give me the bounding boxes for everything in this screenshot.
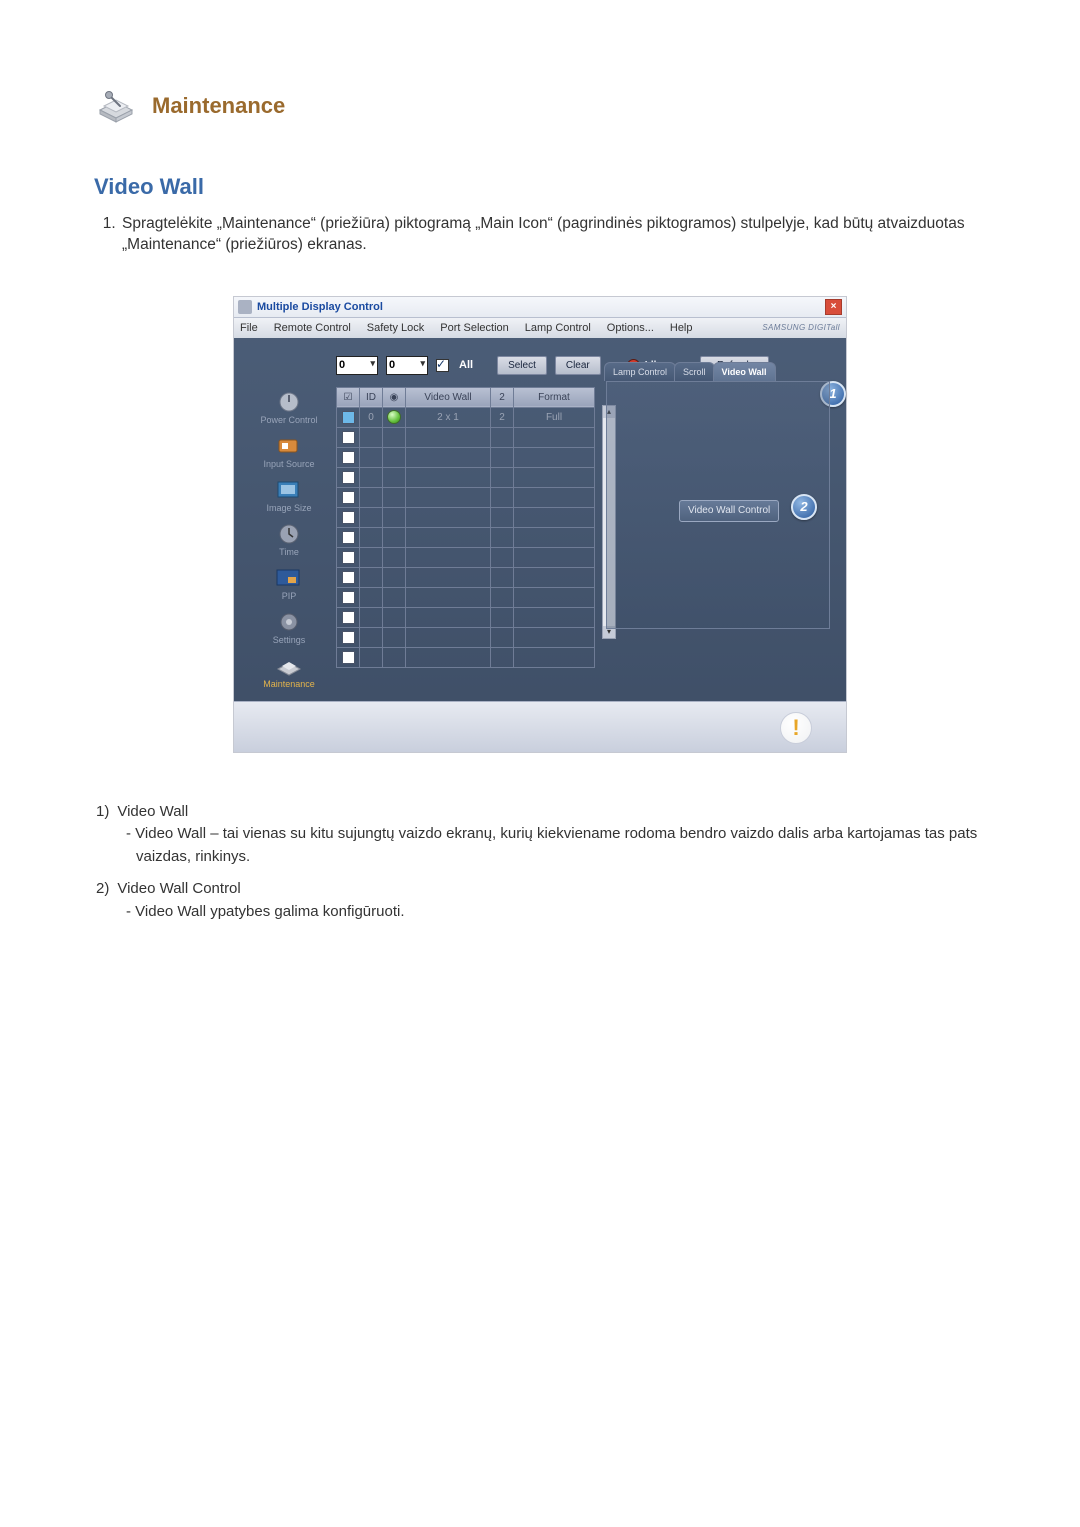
all-label: All [459, 359, 473, 371]
select-button[interactable]: Select [497, 356, 547, 375]
menu-port-selection[interactable]: Port Selection [440, 322, 508, 334]
table-row[interactable] [337, 467, 595, 487]
tabs-row: Lamp Control Scroll Video Wall 1 [604, 359, 830, 381]
row-checkbox[interactable] [342, 551, 355, 564]
menu-safety-lock[interactable]: Safety Lock [367, 322, 424, 334]
row-checkbox[interactable] [342, 471, 355, 484]
table-row[interactable] [337, 447, 595, 467]
row-checkbox[interactable] [342, 591, 355, 604]
dropdown-2[interactable]: 0 [386, 356, 428, 375]
table-row[interactable] [337, 567, 595, 587]
header-title: Maintenance [152, 93, 285, 119]
sidebar-item-settings[interactable]: Settings [252, 607, 326, 647]
row-checkbox[interactable] [342, 531, 355, 544]
sidebar-item-image-size[interactable]: Image Size [252, 475, 326, 515]
maintenance-icon [274, 653, 304, 679]
time-icon [274, 521, 304, 547]
table-row[interactable]: 0 2 x 1 2 Full [337, 407, 595, 427]
window-title: Multiple Display Control [257, 301, 383, 313]
row-checkbox[interactable] [342, 431, 355, 444]
menu-lamp-control[interactable]: Lamp Control [525, 322, 591, 334]
col-status[interactable]: ◉ [383, 387, 406, 407]
intro-steps-list: Spragtelėkite „Maintenance“ (priežiūra) … [94, 214, 986, 256]
row-checkbox[interactable] [342, 511, 355, 524]
tab-video-wall[interactable]: Video Wall [713, 362, 776, 381]
window-titlebar: Multiple Display Control × [234, 297, 846, 318]
row-checkbox[interactable] [342, 631, 355, 644]
menu-remote-control[interactable]: Remote Control [274, 322, 351, 334]
row-checkbox[interactable] [342, 491, 355, 504]
table-row[interactable] [337, 487, 595, 507]
intro-step-1: Spragtelėkite „Maintenance“ (priežiūra) … [120, 214, 986, 256]
clear-button[interactable]: Clear [555, 356, 601, 375]
row-checkbox[interactable] [342, 611, 355, 624]
power-icon [274, 389, 304, 415]
desc-title-1: Video Wall [117, 801, 188, 824]
warning-icon: ! [780, 712, 812, 744]
status-dot-icon [387, 410, 401, 424]
close-button[interactable]: × [825, 299, 842, 315]
table-row[interactable] [337, 647, 595, 667]
table-row[interactable] [337, 547, 595, 567]
sidebar-item-time[interactable]: Time [252, 519, 326, 559]
col-id[interactable]: ID [360, 387, 383, 407]
table-row[interactable] [337, 427, 595, 447]
tab-lamp-control[interactable]: Lamp Control [604, 362, 676, 381]
brand-label: SAMSUNG DIGITall [762, 323, 840, 332]
display-grid-area: ☑ ID ◉ Video Wall 2 Format 0 2 x 1 2 Ful… [332, 387, 606, 691]
sidebar-item-pip[interactable]: PIP [252, 563, 326, 603]
desc-title-2: Video Wall Control [117, 878, 240, 901]
descriptions: 1) Video Wall Video Wall – tai vienas su… [96, 801, 986, 924]
row-checkbox[interactable] [342, 411, 355, 424]
table-row[interactable] [337, 587, 595, 607]
display-table: ☑ ID ◉ Video Wall 2 Format 0 2 x 1 2 Ful… [336, 387, 595, 668]
tab-scroll[interactable]: Scroll [674, 362, 715, 381]
col-check[interactable]: ☑ [337, 387, 360, 407]
menu-help[interactable]: Help [670, 322, 693, 334]
status-strip: ! [234, 701, 846, 752]
app-icon [238, 300, 252, 314]
input-source-icon [274, 433, 304, 459]
mdc-app-window: Multiple Display Control × File Remote C… [233, 296, 847, 753]
sidebar: Power Control Input Source Image Size [246, 387, 332, 691]
row-checkbox[interactable] [342, 651, 355, 664]
desc-num-2: 2) [96, 878, 109, 901]
sidebar-item-power-control[interactable]: Power Control [252, 387, 326, 427]
row-checkbox[interactable] [342, 571, 355, 584]
page-header: Maintenance [94, 88, 986, 124]
table-row[interactable] [337, 627, 595, 647]
menu-options[interactable]: Options... [607, 322, 654, 334]
close-icon: × [831, 302, 837, 312]
callout-badge-2: 2 [791, 494, 817, 520]
pip-icon [274, 565, 304, 591]
right-pane: Lamp Control Scroll Video Wall 1 Video W… [606, 387, 830, 691]
all-checkbox[interactable] [436, 359, 449, 372]
maintenance-box-icon [94, 88, 138, 124]
table-row[interactable] [337, 507, 595, 527]
section-title: Video Wall [94, 174, 986, 200]
desc-sub-2: Video Wall ypatybes galima konfigūruoti. [96, 901, 986, 924]
sidebar-item-maintenance[interactable]: Maintenance [252, 651, 326, 691]
col-video-wall[interactable]: Video Wall [406, 387, 491, 407]
image-size-icon [274, 477, 304, 503]
col-two[interactable]: 2 [491, 387, 514, 407]
table-row[interactable] [337, 607, 595, 627]
row-checkbox[interactable] [342, 451, 355, 464]
dropdown-1[interactable]: 0 [336, 356, 378, 375]
desc-sub-1: Video Wall – tai vienas su kitu sujungtų… [96, 823, 986, 868]
col-format[interactable]: Format [514, 387, 595, 407]
menu-file[interactable]: File [240, 322, 258, 334]
sidebar-item-input-source[interactable]: Input Source [252, 431, 326, 471]
desc-num-1: 1) [96, 801, 109, 824]
table-row[interactable] [337, 527, 595, 547]
settings-icon [274, 609, 304, 635]
video-wall-control-button[interactable]: Video Wall Control [679, 500, 779, 522]
menu-bar: File Remote Control Safety Lock Port Sel… [234, 318, 846, 338]
